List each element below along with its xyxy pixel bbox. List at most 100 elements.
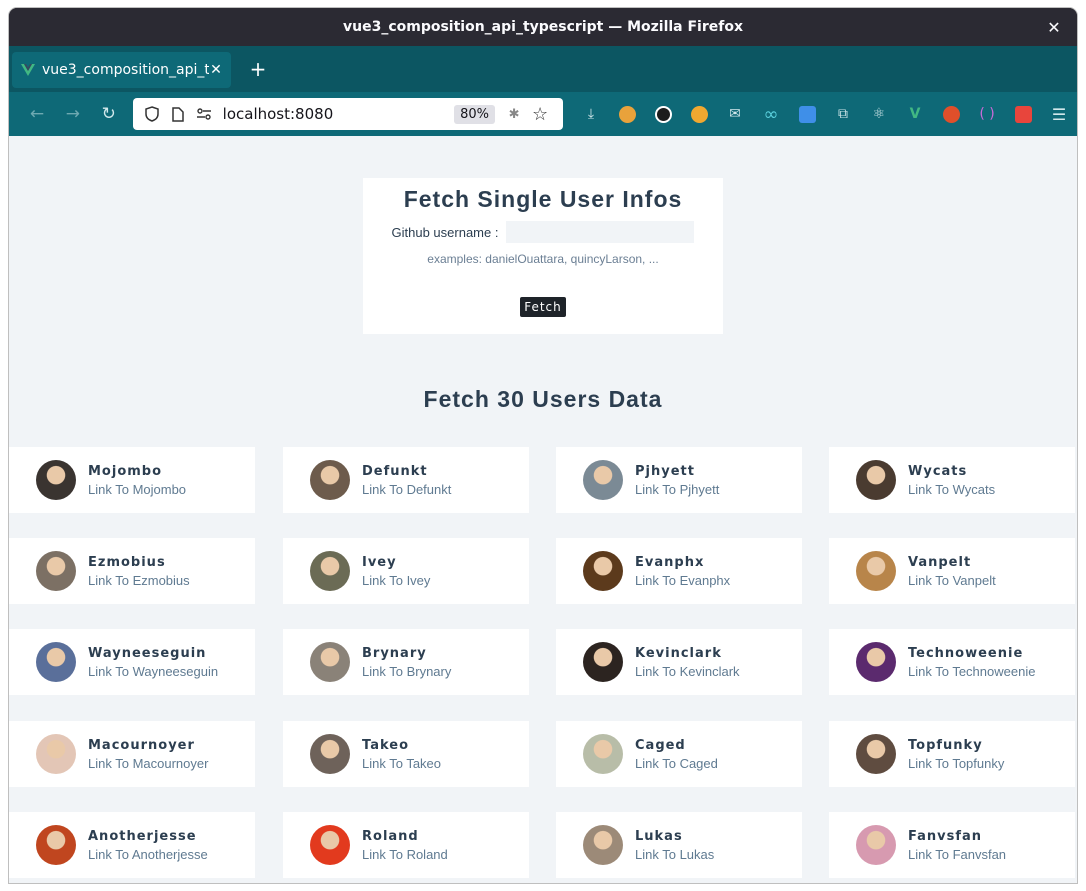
menu-icon[interactable]: ☰ bbox=[1041, 100, 1077, 128]
username-field-row: Github username : bbox=[363, 221, 723, 243]
user-avatar bbox=[856, 642, 896, 682]
user-profile-link[interactable]: Link To Mojombo bbox=[88, 482, 186, 497]
extensions-toolbar: ⤓ ✉ ∞ ⧉ ⚛ V ( ) ☰ bbox=[573, 100, 1077, 128]
user-avatar bbox=[36, 551, 76, 591]
user-card: Evanphx Link To Evanphx bbox=[556, 538, 802, 604]
user-info: Evanphx Link To Evanphx bbox=[635, 555, 730, 588]
user-name: Defunkt bbox=[362, 463, 428, 479]
user-avatar bbox=[36, 460, 76, 500]
user-profile-link[interactable]: Link To Pjhyett bbox=[635, 482, 719, 497]
user-avatar bbox=[583, 734, 623, 774]
user-card: Defunkt Link To Defunkt bbox=[283, 447, 529, 513]
user-profile-link[interactable]: Link To Takeo bbox=[362, 756, 441, 771]
user-avatar bbox=[583, 825, 623, 865]
users-section-title: Fetch 30 Users Data bbox=[423, 386, 663, 412]
user-name: Vanpelt bbox=[908, 554, 972, 570]
extension-1-glyph bbox=[618, 105, 636, 123]
screenshot-glyph bbox=[1014, 105, 1032, 123]
permissions-icon[interactable] bbox=[193, 103, 215, 125]
user-profile-link[interactable]: Link To Lukas bbox=[635, 847, 714, 862]
window-title: vue3_composition_api_typescript — Mozill… bbox=[343, 19, 743, 35]
user-card: Takeo Link To Takeo bbox=[283, 721, 529, 787]
reload-icon[interactable]: ↻ bbox=[95, 100, 123, 128]
user-profile-link[interactable]: Link To Fanvsfan bbox=[908, 847, 1006, 862]
zoom-level[interactable]: 80% bbox=[454, 104, 496, 124]
mail-icon[interactable]: ✉ bbox=[717, 100, 753, 128]
user-info: Macournoyer Link To Macournoyer bbox=[88, 738, 208, 771]
user-avatar bbox=[310, 460, 350, 500]
user-profile-link[interactable]: Link To Wycats bbox=[908, 482, 995, 497]
user-profile-link[interactable]: Link To Ezmobius bbox=[88, 573, 190, 588]
user-profile-link[interactable]: Link To Topfunky bbox=[908, 756, 1004, 771]
user-profile-link[interactable]: Link To Caged bbox=[635, 756, 718, 771]
shield-icon[interactable] bbox=[141, 103, 163, 125]
user-avatar bbox=[310, 825, 350, 865]
window-close-icon[interactable]: ✕ bbox=[1043, 16, 1065, 38]
username-label: Github username : bbox=[391, 224, 499, 240]
screenshot-icon[interactable] bbox=[1005, 100, 1041, 128]
user-avatar bbox=[583, 460, 623, 500]
user-profile-link[interactable]: Link To Macournoyer bbox=[88, 756, 208, 771]
user-profile-link[interactable]: Link To Ivey bbox=[362, 573, 430, 588]
tab-active[interactable]: vue3_composition_api_ty ✕ bbox=[12, 52, 231, 88]
user-profile-link[interactable]: Link To Wayneeseguin bbox=[88, 664, 218, 679]
user-info: Roland Link To Roland bbox=[362, 829, 448, 862]
user-name: Fanvsfan bbox=[908, 828, 983, 844]
vue-logo-icon bbox=[21, 64, 35, 76]
page-viewport: Fetch Single User Infos Github username … bbox=[9, 136, 1077, 883]
extension-puzzle-icon[interactable]: ✱ bbox=[503, 103, 525, 125]
user-profile-link[interactable]: Link To Brynary bbox=[362, 664, 451, 679]
user-info: Wycats Link To Wycats bbox=[908, 464, 995, 497]
forward-icon[interactable]: → bbox=[59, 100, 87, 128]
user-profile-link[interactable]: Link To Anotherjesse bbox=[88, 847, 208, 862]
user-avatar bbox=[856, 551, 896, 591]
user-profile-link[interactable]: Link To Roland bbox=[362, 847, 448, 862]
download-icon[interactable]: ⤓ bbox=[573, 100, 609, 128]
user-name: Wycats bbox=[908, 463, 968, 479]
username-input[interactable] bbox=[506, 221, 695, 243]
extension-1-icon[interactable] bbox=[609, 100, 645, 128]
user-info: Ezmobius Link To Ezmobius bbox=[88, 555, 190, 588]
tab-close-icon[interactable]: ✕ bbox=[209, 62, 223, 78]
fetch-button[interactable]: Fetch bbox=[520, 297, 566, 317]
extension-5-icon[interactable]: ( ) bbox=[969, 100, 1005, 128]
extension-2-icon[interactable] bbox=[645, 100, 681, 128]
user-card: Topfunky Link To Topfunky bbox=[829, 721, 1075, 787]
user-name: Kevinclark bbox=[635, 645, 722, 661]
new-tab-icon[interactable]: + bbox=[247, 57, 269, 81]
user-card: Ivey Link To Ivey bbox=[283, 538, 529, 604]
url-text[interactable]: localhost:8080 bbox=[223, 105, 454, 123]
user-card: Macournoyer Link To Macournoyer bbox=[9, 721, 255, 787]
extensions-puzzle-icon[interactable]: ⧉ bbox=[825, 100, 861, 128]
extension-4-icon[interactable] bbox=[789, 100, 825, 128]
user-avatar bbox=[310, 734, 350, 774]
user-name: Technoweenie bbox=[908, 645, 1024, 661]
user-profile-link[interactable]: Link To Vanpelt bbox=[908, 573, 996, 588]
user-profile-link[interactable]: Link To Defunkt bbox=[362, 482, 451, 497]
bookmark-star-icon[interactable]: ☆ bbox=[529, 103, 551, 125]
user-card: Roland Link To Roland bbox=[283, 812, 529, 878]
vue-devtools-icon[interactable]: V bbox=[897, 100, 933, 128]
username-examples: examples: danielOuattara, quincyLarson, … bbox=[427, 252, 659, 266]
user-info: Vanpelt Link To Vanpelt bbox=[908, 555, 996, 588]
infinity-icon[interactable]: ∞ bbox=[753, 100, 789, 128]
url-bar[interactable]: localhost:8080 80% ✱ ☆ bbox=[132, 98, 564, 130]
user-avatar bbox=[36, 734, 76, 774]
extension-3-glyph bbox=[690, 105, 708, 123]
browser-window: vue3_composition_api_typescript — Mozill… bbox=[9, 8, 1077, 883]
duckduckgo-icon[interactable] bbox=[933, 100, 969, 128]
back-icon[interactable]: ← bbox=[23, 100, 51, 128]
single-user-card: Fetch Single User Infos Github username … bbox=[363, 178, 723, 334]
react-devtools-icon[interactable]: ⚛ bbox=[861, 100, 897, 128]
user-card: Pjhyett Link To Pjhyett bbox=[556, 447, 802, 513]
extension-3-icon[interactable] bbox=[681, 100, 717, 128]
user-name: Evanphx bbox=[635, 554, 705, 570]
user-profile-link[interactable]: Link To Kevinclark bbox=[635, 664, 740, 679]
page-icon[interactable] bbox=[167, 103, 189, 125]
user-profile-link[interactable]: Link To Evanphx bbox=[635, 573, 730, 588]
user-name: Macournoyer bbox=[88, 737, 195, 753]
user-profile-link[interactable]: Link To Technoweenie bbox=[908, 664, 1035, 679]
user-info: Mojombo Link To Mojombo bbox=[88, 464, 186, 497]
user-card: Kevinclark Link To Kevinclark bbox=[556, 629, 802, 695]
user-info: Topfunky Link To Topfunky bbox=[908, 738, 1004, 771]
